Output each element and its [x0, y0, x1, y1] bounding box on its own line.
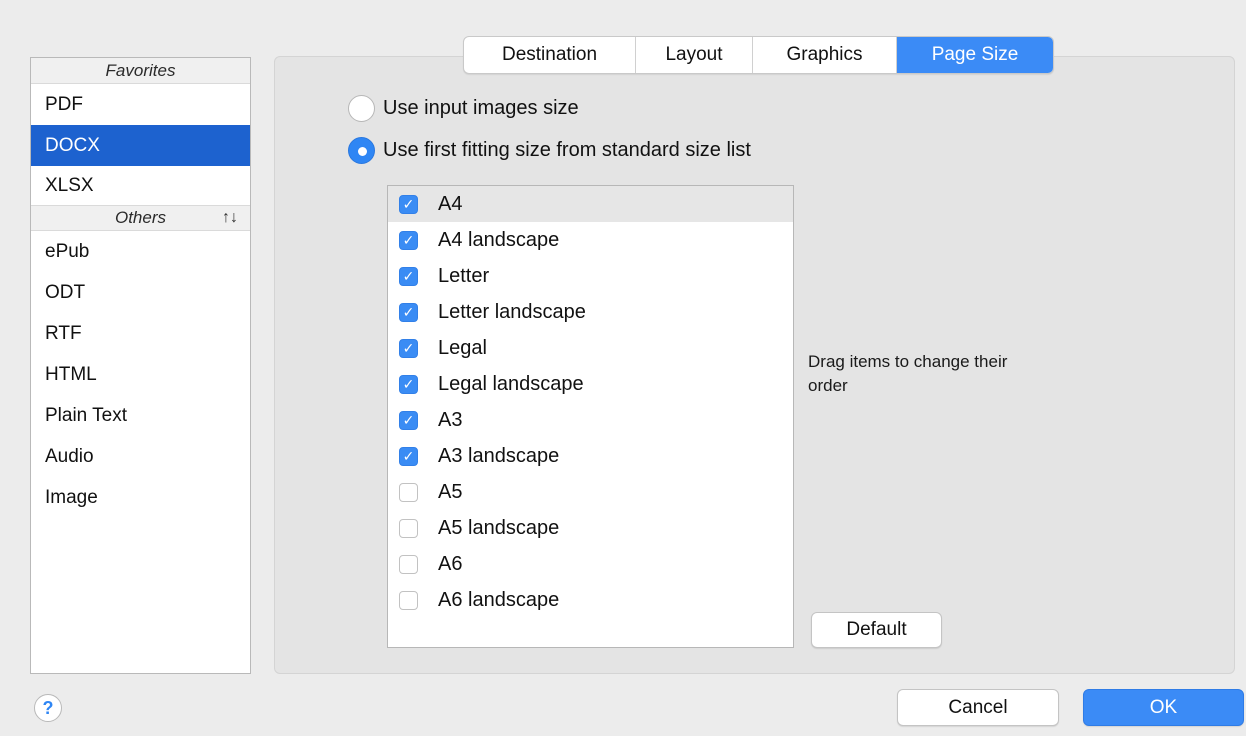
- size-checkbox[interactable]: ✓: [399, 302, 418, 322]
- page-size-list[interactable]: ✓ A4 ✓ A4 landscape ✓ Letter ✓ Letter la…: [387, 185, 794, 648]
- radio-input-size[interactable]: [348, 95, 375, 122]
- size-checkbox[interactable]: ✓: [399, 194, 418, 214]
- radio-first-fitting[interactable]: [348, 137, 375, 164]
- sidebar-item-docx[interactable]: DOCX: [31, 125, 250, 166]
- tab-graphics[interactable]: Graphics: [753, 37, 897, 73]
- size-row[interactable]: A6: [388, 546, 793, 582]
- reorder-hint: Drag items to change their order: [808, 352, 1008, 395]
- help-icon[interactable]: ?: [34, 694, 62, 722]
- size-label: Letter: [438, 264, 490, 287]
- option-first-fitting[interactable]: Use first fitting size from standard siz…: [348, 137, 751, 164]
- favorites-header: Favorites: [31, 58, 250, 84]
- size-checkbox[interactable]: ✓: [399, 338, 418, 358]
- size-label: Letter landscape: [438, 300, 586, 323]
- size-label: A4 landscape: [438, 228, 560, 251]
- sidebar-item-audio[interactable]: Audio: [31, 436, 250, 477]
- size-checkbox[interactable]: ✓: [399, 410, 418, 430]
- size-checkbox[interactable]: [399, 554, 418, 574]
- others-header: Others ↑↓: [31, 205, 250, 231]
- sidebar-item-odt[interactable]: ODT: [31, 272, 250, 313]
- sidebar-item-image[interactable]: Image: [31, 477, 250, 518]
- size-row[interactable]: ✓ A3: [388, 402, 793, 438]
- size-row[interactable]: ✓ Legal: [388, 330, 793, 366]
- size-label: A5 landscape: [438, 516, 560, 539]
- size-checkbox[interactable]: [399, 590, 418, 610]
- size-label: A3 landscape: [438, 444, 560, 467]
- size-row[interactable]: ✓ Legal landscape: [388, 366, 793, 402]
- size-checkbox[interactable]: ✓: [399, 230, 418, 250]
- sidebar-item-xlsx[interactable]: XLSX: [31, 166, 250, 205]
- sidebar-item-rtf[interactable]: RTF: [31, 313, 250, 354]
- size-label: A5: [438, 480, 463, 503]
- size-row[interactable]: A6 landscape: [388, 582, 793, 618]
- sort-arrows-icon[interactable]: ↑↓: [222, 209, 238, 227]
- option-input-size-label: Use input images size: [383, 97, 579, 119]
- size-row[interactable]: ✓ A4: [388, 186, 793, 222]
- size-label: A6 landscape: [438, 588, 560, 611]
- size-label: A3: [438, 408, 463, 431]
- size-checkbox[interactable]: [399, 518, 418, 538]
- size-checkbox[interactable]: ✓: [399, 374, 418, 394]
- size-label: A6: [438, 552, 463, 575]
- tab-destination[interactable]: Destination: [464, 37, 636, 73]
- sidebar-item-html[interactable]: HTML: [31, 354, 250, 395]
- tab-page-size[interactable]: Page Size: [897, 37, 1053, 73]
- size-label: Legal landscape: [438, 372, 584, 395]
- sidebar-item-pdf[interactable]: PDF: [31, 84, 250, 125]
- size-checkbox[interactable]: ✓: [399, 266, 418, 286]
- format-sidebar: Favorites PDF DOCX XLSX Others ↑↓ ePub O…: [30, 57, 251, 674]
- default-button[interactable]: Default: [811, 612, 942, 648]
- tab-bar: Destination Layout Graphics Page Size: [463, 36, 1054, 74]
- option-input-size[interactable]: Use input images size: [348, 95, 579, 122]
- cancel-button[interactable]: Cancel: [897, 689, 1059, 726]
- size-row[interactable]: ✓ Letter landscape: [388, 294, 793, 330]
- size-label: Legal: [438, 336, 487, 359]
- ok-button[interactable]: OK: [1083, 689, 1244, 726]
- size-label: A4: [438, 192, 463, 215]
- sidebar-item-epub[interactable]: ePub: [31, 231, 250, 272]
- size-checkbox[interactable]: ✓: [399, 446, 418, 466]
- sidebar-item-plain-text[interactable]: Plain Text: [31, 395, 250, 436]
- favorites-header-label: Favorites: [105, 60, 176, 80]
- option-first-fitting-label: Use first fitting size from standard siz…: [383, 139, 751, 161]
- size-row[interactable]: A5 landscape: [388, 510, 793, 546]
- size-row[interactable]: ✓ A4 landscape: [388, 222, 793, 258]
- size-row[interactable]: ✓ A3 landscape: [388, 438, 793, 474]
- size-row[interactable]: ✓ Letter: [388, 258, 793, 294]
- others-header-label: Others: [114, 208, 167, 227]
- size-row[interactable]: A5: [388, 474, 793, 510]
- tab-layout[interactable]: Layout: [636, 37, 753, 73]
- size-checkbox[interactable]: [399, 482, 418, 502]
